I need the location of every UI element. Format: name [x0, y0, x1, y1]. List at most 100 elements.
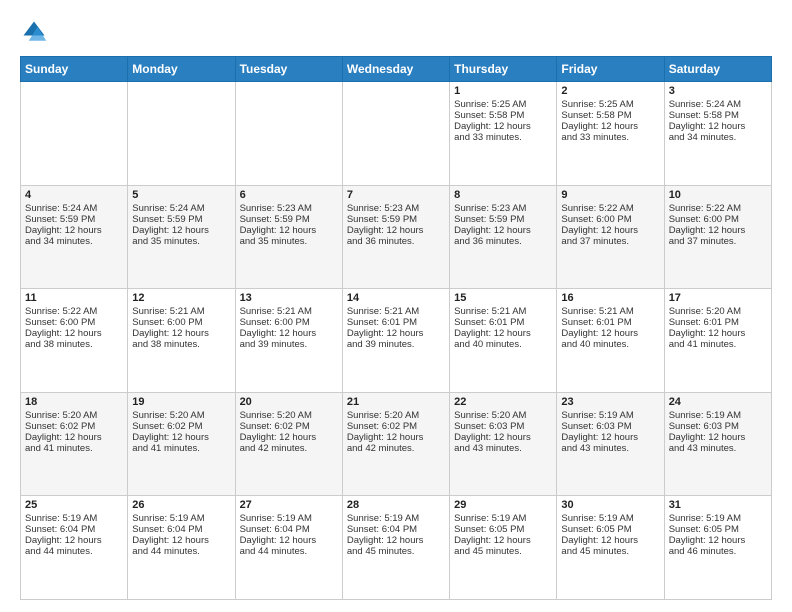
day-info: Sunset: 6:03 PM [454, 421, 552, 432]
calendar-cell: 29Sunrise: 5:19 AMSunset: 6:05 PMDayligh… [450, 496, 557, 600]
day-info: and 38 minutes. [132, 339, 230, 350]
calendar-cell: 17Sunrise: 5:20 AMSunset: 6:01 PMDayligh… [664, 289, 771, 393]
day-info: Sunrise: 5:20 AM [454, 410, 552, 421]
day-number: 18 [25, 396, 123, 408]
day-info: Sunrise: 5:21 AM [132, 306, 230, 317]
day-number: 14 [347, 292, 445, 304]
day-info: and 45 minutes. [347, 546, 445, 557]
day-info: Sunrise: 5:24 AM [669, 99, 767, 110]
calendar-table: SundayMondayTuesdayWednesdayThursdayFrid… [20, 56, 772, 600]
day-info: Sunrise: 5:24 AM [132, 203, 230, 214]
day-number: 28 [347, 499, 445, 511]
day-info: and 44 minutes. [240, 546, 338, 557]
day-info: Sunset: 5:58 PM [561, 110, 659, 121]
day-info: Sunrise: 5:22 AM [25, 306, 123, 317]
day-info: Daylight: 12 hours [561, 432, 659, 443]
day-number: 26 [132, 499, 230, 511]
calendar-week-row: 11 Sunrise: 5:22 AM Sunset: 6:00 PM Dayligh… [21, 289, 772, 393]
weekday-header: Friday [557, 57, 664, 82]
day-info: and 43 minutes. [561, 443, 659, 454]
day-info: Sunset: 6:03 PM [669, 421, 767, 432]
day-info: Daylight: 12 hours [347, 432, 445, 443]
day-info: and 34 minutes. [25, 236, 123, 247]
calendar-cell [342, 82, 449, 186]
day-info: Daylight: 12 hours [240, 328, 338, 339]
calendar-cell: 18Sunrise: 5:20 AMSunset: 6:02 PMDayligh… [21, 392, 128, 496]
calendar-cell [235, 82, 342, 186]
day-info: Sunset: 6:04 PM [25, 524, 123, 535]
day-info: and 35 minutes. [132, 236, 230, 247]
day-info: Sunset: 6:00 PM [669, 214, 767, 225]
day-info: and 44 minutes. [25, 546, 123, 557]
weekday-header: Tuesday [235, 57, 342, 82]
day-info: Sunset: 6:02 PM [132, 421, 230, 432]
weekday-header: Wednesday [342, 57, 449, 82]
day-info: Sunset: 5:59 PM [132, 214, 230, 225]
day-info: Sunrise: 5:19 AM [240, 513, 338, 524]
day-info: Sunrise: 5:21 AM [454, 306, 552, 317]
day-info: and 39 minutes. [347, 339, 445, 350]
day-info: Sunrise: 5:19 AM [561, 410, 659, 421]
day-info: Daylight: 12 hours [561, 535, 659, 546]
day-info: and 35 minutes. [240, 236, 338, 247]
day-info: Sunrise: 5:22 AM [561, 203, 659, 214]
day-info: Daylight: 12 hours [240, 225, 338, 236]
day-number: 20 [240, 396, 338, 408]
weekday-header: Sunday [21, 57, 128, 82]
day-info: and 40 minutes. [561, 339, 659, 350]
calendar-cell: 5Sunrise: 5:24 AMSunset: 5:59 PMDaylight… [128, 185, 235, 289]
day-info: Sunset: 6:04 PM [347, 524, 445, 535]
day-info: Sunset: 6:00 PM [132, 317, 230, 328]
day-number: 10 [669, 189, 767, 201]
day-number: 22 [454, 396, 552, 408]
day-info: Sunset: 6:00 PM [561, 214, 659, 225]
day-number: 13 [240, 292, 338, 304]
day-number: 3 [669, 85, 767, 97]
day-info: Sunrise: 5:23 AM [347, 203, 445, 214]
day-info: and 45 minutes. [561, 546, 659, 557]
day-info: Sunrise: 5:22 AM [669, 203, 767, 214]
day-info: Sunrise: 5:21 AM [561, 306, 659, 317]
day-info: Daylight: 12 hours [669, 432, 767, 443]
day-info: Daylight: 12 hours [25, 328, 123, 339]
day-info: and 43 minutes. [454, 443, 552, 454]
day-info: and 37 minutes. [561, 236, 659, 247]
day-info: Sunrise: 5:19 AM [25, 513, 123, 524]
day-info: Sunrise: 5:19 AM [669, 410, 767, 421]
day-info: Daylight: 12 hours [669, 225, 767, 236]
day-number: 25 [25, 499, 123, 511]
day-info: Daylight: 12 hours [240, 432, 338, 443]
calendar-cell: 28Sunrise: 5:19 AMSunset: 6:04 PMDayligh… [342, 496, 449, 600]
calendar-cell: 13Sunrise: 5:21 AMSunset: 6:00 PMDayligh… [235, 289, 342, 393]
day-number: 6 [240, 189, 338, 201]
day-info: and 41 minutes. [669, 339, 767, 350]
day-info: and 33 minutes. [561, 132, 659, 143]
day-info: Sunset: 6:05 PM [561, 524, 659, 535]
calendar-cell: 24Sunrise: 5:19 AMSunset: 6:03 PMDayligh… [664, 392, 771, 496]
day-info: Sunrise: 5:19 AM [669, 513, 767, 524]
day-info: Daylight: 12 hours [132, 432, 230, 443]
day-info: Sunrise: 5:20 AM [25, 410, 123, 421]
day-number: 2 [561, 85, 659, 97]
day-info: Daylight: 12 hours [25, 225, 123, 236]
day-number: 17 [669, 292, 767, 304]
day-number: 15 [454, 292, 552, 304]
day-info: Sunset: 6:02 PM [240, 421, 338, 432]
calendar-cell: 7Sunrise: 5:23 AMSunset: 5:59 PMDaylight… [342, 185, 449, 289]
calendar-cell: 22 Sunrise: 5:20 AMSunset: 6:03 PMDayligh… [450, 392, 557, 496]
day-info: Daylight: 12 hours [454, 432, 552, 443]
calendar-cell: 8Sunrise: 5:23 AMSunset: 5:59 PMDaylight… [450, 185, 557, 289]
day-info: Daylight: 12 hours [454, 328, 552, 339]
day-info: Sunset: 6:05 PM [454, 524, 552, 535]
day-info: Daylight: 12 hours [347, 328, 445, 339]
calendar-week-row: 4Sunrise: 5:24 AMSunset: 5:59 PMDaylight… [21, 185, 772, 289]
calendar-cell: 30Sunrise: 5:19 AMSunset: 6:05 PMDayligh… [557, 496, 664, 600]
calendar-cell: 9Sunrise: 5:22 AMSunset: 6:00 PMDaylight… [557, 185, 664, 289]
day-info: and 43 minutes. [669, 443, 767, 454]
day-number: 11 [25, 292, 123, 304]
header-row: SundayMondayTuesdayWednesdayThursdayFrid… [21, 57, 772, 82]
day-info: Daylight: 12 hours [669, 121, 767, 132]
day-info: Sunset: 5:58 PM [669, 110, 767, 121]
day-info: Sunset: 6:01 PM [454, 317, 552, 328]
day-info: Daylight: 12 hours [25, 432, 123, 443]
